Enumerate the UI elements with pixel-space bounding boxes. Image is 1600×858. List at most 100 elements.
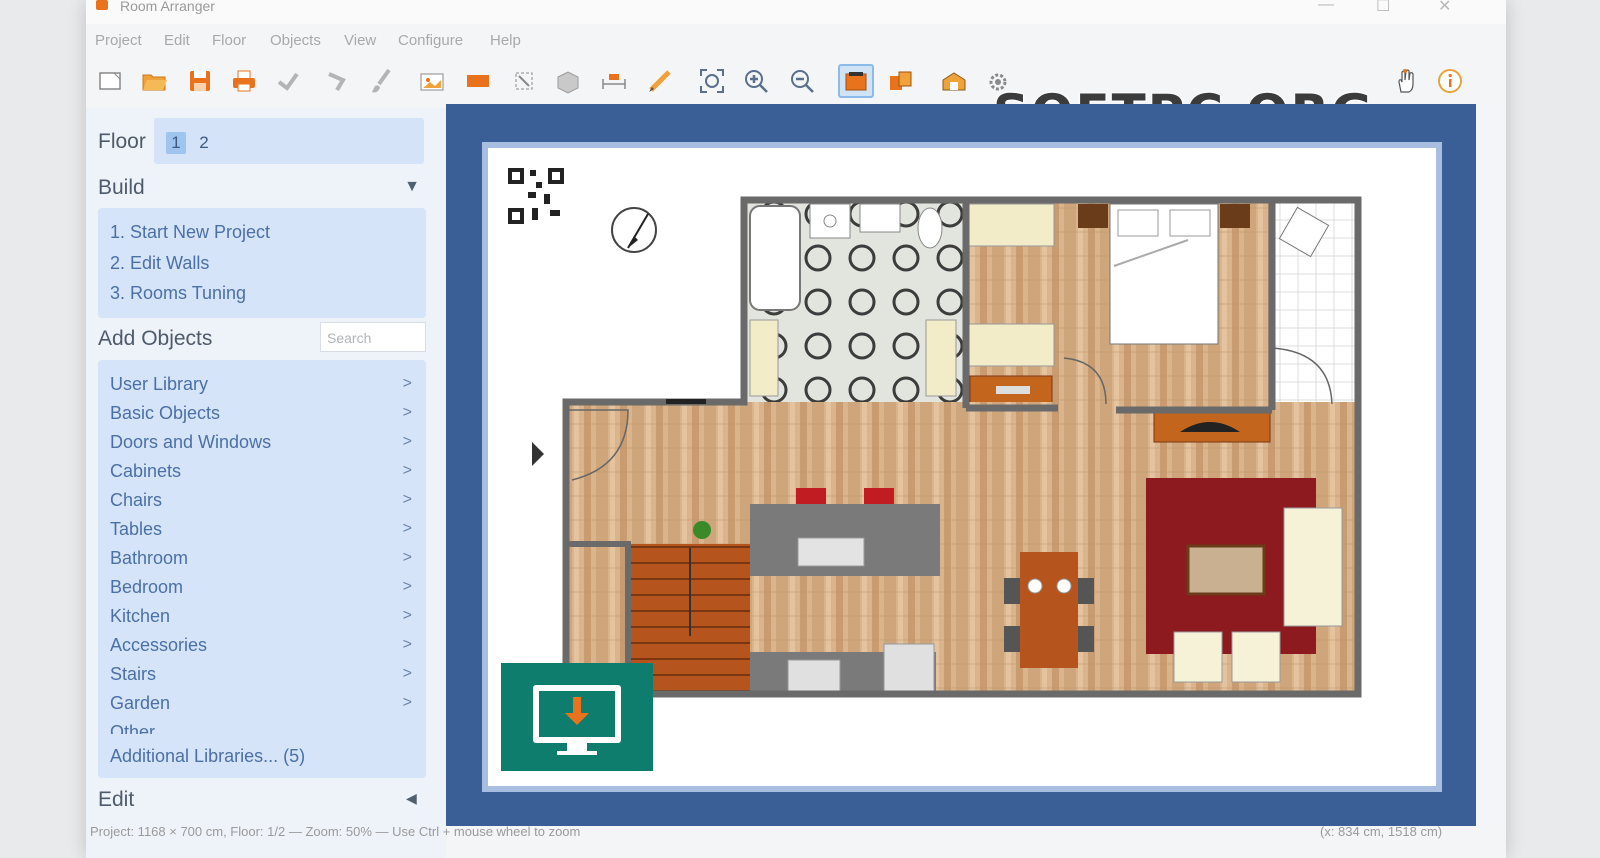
list-item-other[interactable]: Other bbox=[110, 722, 155, 734]
list-item-doors-and-windows[interactable]: Doors and Windows bbox=[110, 432, 271, 453]
build-panel: 1. Start New Project 2. Edit Walls 3. Ro… bbox=[98, 208, 426, 318]
nightstand-2 bbox=[1220, 204, 1250, 228]
app-window: Room Arranger — ☐ ✕ Project Edit Floor O… bbox=[86, 0, 1506, 858]
menu-bar: Project Edit Floor Objects View Configur… bbox=[86, 28, 1506, 54]
sink-2 bbox=[859, 203, 901, 233]
title-bar: Room Arranger — ☐ ✕ bbox=[86, 0, 1506, 24]
list-item-user-library[interactable]: User Library bbox=[110, 374, 208, 395]
bath-cabinet bbox=[749, 319, 779, 397]
chevron-right-icon: > bbox=[402, 433, 412, 450]
sofa bbox=[1283, 507, 1343, 627]
window-mark bbox=[666, 399, 706, 404]
select-icon[interactable] bbox=[506, 64, 542, 98]
3d-box-icon[interactable] bbox=[550, 64, 586, 98]
dining-table bbox=[1020, 552, 1078, 668]
info-icon[interactable] bbox=[1432, 64, 1468, 98]
pencil-icon[interactable] bbox=[642, 64, 678, 98]
additional-libraries-link[interactable]: Additional Libraries... (5) bbox=[110, 746, 305, 767]
dining-chair-4 bbox=[1078, 626, 1094, 652]
status-left: Project: 1168 × 700 cm, Floor: 1/2 — Zoo… bbox=[90, 824, 581, 839]
dining-chair-2 bbox=[1004, 626, 1020, 652]
menu-edit[interactable]: Edit bbox=[164, 32, 190, 49]
close-button[interactable]: ✕ bbox=[1438, 0, 1451, 16]
build-label[interactable]: Build bbox=[98, 176, 145, 200]
3d-view-icon[interactable] bbox=[936, 64, 972, 98]
paint-brush-icon[interactable] bbox=[364, 64, 400, 98]
floor-plan-paper bbox=[482, 142, 1442, 792]
armchair-2 bbox=[1231, 631, 1281, 683]
menu-objects[interactable]: Objects bbox=[270, 32, 321, 49]
objects-panel: User Library > Basic Objects > Doors and W… bbox=[98, 360, 426, 778]
menu-view[interactable]: View bbox=[344, 32, 376, 49]
build-item-edit-walls[interactable]: 2. Edit Walls bbox=[110, 253, 209, 274]
floor-label: Floor bbox=[98, 130, 146, 153]
list-item-tables[interactable]: Tables bbox=[110, 519, 162, 540]
hand-pan-icon[interactable] bbox=[1388, 64, 1424, 98]
undo-icon[interactable] bbox=[270, 64, 306, 98]
chevron-right-icon: > bbox=[402, 665, 412, 682]
status-right: (x: 834 cm, 1518 cm) bbox=[1320, 824, 1443, 839]
search-input[interactable]: Search bbox=[320, 322, 426, 352]
list-item-basic-objects[interactable]: Basic Objects bbox=[110, 403, 220, 424]
list-item-kitchen[interactable]: Kitchen bbox=[110, 606, 170, 627]
app-title: Room Arranger bbox=[120, 0, 215, 14]
plant bbox=[693, 521, 711, 539]
build-item-rooms-tuning[interactable]: 3. Rooms Tuning bbox=[110, 283, 246, 304]
download-badge[interactable] bbox=[501, 663, 653, 771]
wardrobe bbox=[967, 203, 1055, 247]
objects-view-icon[interactable] bbox=[882, 64, 918, 98]
redo-icon[interactable] bbox=[318, 64, 354, 98]
chevron-right-icon: > bbox=[402, 520, 412, 537]
sink bbox=[809, 203, 851, 239]
chevron-right-icon: > bbox=[402, 636, 412, 653]
bar-stool-2 bbox=[864, 488, 894, 504]
floor-tab-1[interactable]: 1 bbox=[166, 132, 186, 154]
save-icon[interactable] bbox=[182, 64, 218, 98]
kitchen-sink bbox=[797, 537, 865, 567]
open-folder-icon[interactable] bbox=[136, 64, 172, 98]
new-document-icon[interactable] bbox=[92, 64, 128, 98]
list-item-accessories[interactable]: Accessories bbox=[110, 635, 207, 656]
floor-tab-2[interactable]: 2 bbox=[194, 132, 214, 154]
qr-code bbox=[506, 166, 568, 228]
dining-chair bbox=[1004, 578, 1020, 604]
menu-configure[interactable]: Configure bbox=[398, 32, 463, 49]
bath-cabinet-2 bbox=[925, 319, 957, 397]
chevron-right-icon: > bbox=[402, 491, 412, 508]
chevron-right-icon: > bbox=[402, 578, 412, 595]
toilet bbox=[917, 207, 943, 249]
list-item-bedroom[interactable]: Bedroom bbox=[110, 577, 183, 598]
print-icon[interactable] bbox=[226, 64, 262, 98]
rectangle-icon[interactable] bbox=[460, 64, 496, 98]
2d-view-icon[interactable] bbox=[838, 64, 874, 98]
maximize-button[interactable]: ☐ bbox=[1376, 0, 1390, 16]
minimize-button[interactable]: — bbox=[1318, 0, 1334, 14]
stove bbox=[787, 659, 841, 693]
menu-help[interactable]: Help bbox=[490, 32, 521, 49]
list-item-bathroom[interactable]: Bathroom bbox=[110, 548, 188, 569]
entrance-arrow-icon bbox=[532, 442, 544, 466]
list-item-stairs[interactable]: Stairs bbox=[110, 664, 156, 685]
edit-label[interactable]: Edit bbox=[98, 788, 134, 812]
collapse-arrow-icon[interactable]: ▼ bbox=[404, 178, 420, 196]
bathtub bbox=[749, 205, 801, 311]
dining-chair-3 bbox=[1078, 578, 1094, 604]
zoom-in-icon[interactable] bbox=[738, 64, 774, 98]
build-item-start-new-project[interactable]: 1. Start New Project bbox=[110, 222, 270, 243]
list-item-chairs[interactable]: Chairs bbox=[110, 490, 162, 511]
floor-tabs: 1 2 bbox=[154, 118, 424, 164]
add-image-icon[interactable] bbox=[414, 64, 450, 98]
zoom-fit-icon[interactable] bbox=[694, 64, 730, 98]
expand-arrow-icon[interactable]: ◀ bbox=[406, 790, 417, 807]
dimension-icon[interactable] bbox=[596, 64, 632, 98]
chevron-right-icon: > bbox=[402, 694, 412, 711]
chevron-right-icon: > bbox=[402, 462, 412, 479]
design-canvas[interactable] bbox=[446, 104, 1476, 826]
list-item-cabinets[interactable]: Cabinets bbox=[110, 461, 181, 482]
list-item-garden[interactable]: Garden bbox=[110, 693, 170, 714]
menu-project[interactable]: Project bbox=[95, 32, 142, 49]
compass-icon[interactable] bbox=[611, 207, 657, 253]
toolbar: SOFTPC.ORG bbox=[86, 56, 1506, 142]
zoom-out-icon[interactable] bbox=[784, 64, 820, 98]
menu-floor[interactable]: Floor bbox=[212, 32, 246, 49]
